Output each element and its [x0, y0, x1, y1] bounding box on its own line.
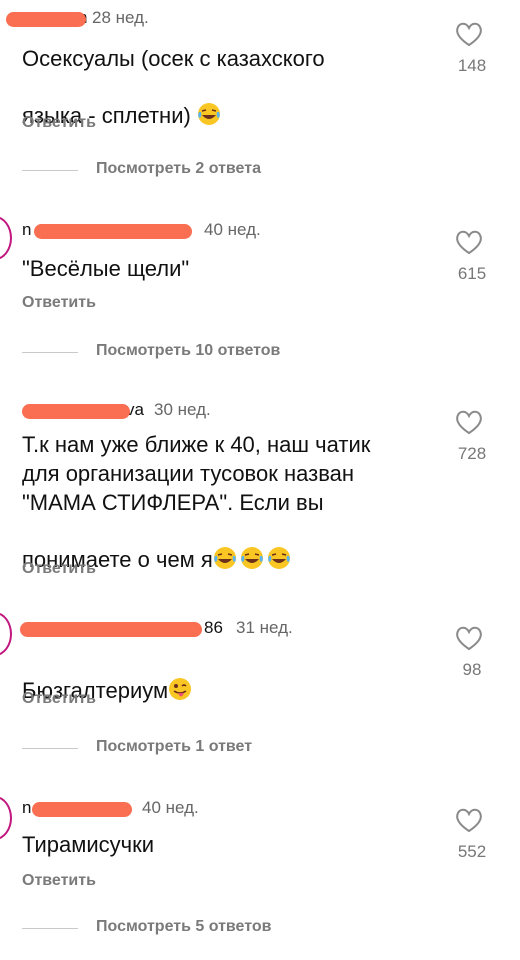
like-button[interactable]: [454, 20, 488, 50]
username-redaction: [34, 224, 192, 239]
username-fragment: n: [22, 220, 32, 239]
comment-time: 40 нед.: [204, 220, 261, 239]
divider: [22, 928, 78, 929]
avatar[interactable]: [0, 216, 12, 260]
comment-username[interactable]: n: [22, 798, 132, 820]
tongue-wink-emoji: [168, 648, 192, 708]
divider: [22, 170, 78, 171]
username-redaction: [6, 12, 86, 27]
heart-outline-icon: [456, 808, 482, 833]
comment-time: 28 нед.: [92, 8, 149, 27]
comment-username[interactable]: n: [22, 220, 192, 242]
username-redaction: [32, 802, 132, 817]
divider: [22, 748, 78, 749]
comment-username[interactable]: va: [22, 400, 152, 422]
comment-text: Т.к нам уже ближе к 40, наш чатик для ор…: [22, 430, 442, 577]
like-count: 615: [457, 264, 487, 283]
view-replies-label: Посмотреть 2 ответа: [96, 160, 261, 177]
heart-outline-icon: [456, 410, 482, 435]
view-replies-label: Посмотреть 5 ответов: [96, 918, 272, 935]
username-redaction: [20, 622, 202, 637]
comment-username[interactable]: 86: [20, 618, 232, 640]
reply-button[interactable]: Ответить: [22, 872, 96, 890]
heart-outline-icon: [456, 22, 482, 47]
view-replies-button[interactable]: Посмотреть 1 ответ: [22, 738, 422, 760]
comment-time: 30 нед.: [154, 400, 211, 419]
reply-button[interactable]: Ответить: [22, 294, 96, 312]
laughing-tears-emoji: [197, 73, 221, 133]
like-count: 552: [457, 842, 487, 861]
view-replies-button[interactable]: Посмотреть 2 ответа: [22, 160, 422, 182]
view-replies-button[interactable]: Посмотреть 10 ответов: [22, 342, 422, 364]
like-button[interactable]: [454, 228, 488, 258]
like-button[interactable]: [454, 624, 488, 654]
comment-text: Тирамисучки: [22, 832, 155, 857]
laughing-tears-emoji: [213, 517, 291, 577]
like-button[interactable]: [454, 408, 488, 438]
like-count: 728: [457, 444, 487, 463]
comment-time: 31 нед.: [236, 618, 293, 637]
view-replies-label: Посмотреть 10 ответов: [96, 342, 281, 359]
avatar[interactable]: [0, 796, 12, 840]
comment-username[interactable]: n: [6, 8, 92, 30]
like-count: 98: [462, 660, 482, 679]
reply-button[interactable]: Ответить: [22, 690, 96, 708]
view-replies-button[interactable]: Посмотреть 5 ответов: [22, 918, 422, 940]
reply-button[interactable]: Ответить: [22, 560, 96, 578]
comment-text: "Весёлые щели": [22, 256, 190, 281]
reply-button[interactable]: Ответить: [22, 114, 96, 132]
divider: [22, 352, 78, 353]
username-redaction: [22, 404, 130, 419]
like-count: 148: [457, 56, 487, 75]
like-button[interactable]: [454, 806, 488, 836]
comment-time: 40 нед.: [142, 798, 199, 817]
avatar[interactable]: [0, 612, 12, 656]
username-fragment: n: [22, 798, 32, 817]
heart-outline-icon: [456, 230, 482, 255]
heart-outline-icon: [456, 626, 482, 651]
view-replies-label: Посмотреть 1 ответ: [96, 738, 253, 755]
username-fragment: 86: [204, 618, 223, 637]
